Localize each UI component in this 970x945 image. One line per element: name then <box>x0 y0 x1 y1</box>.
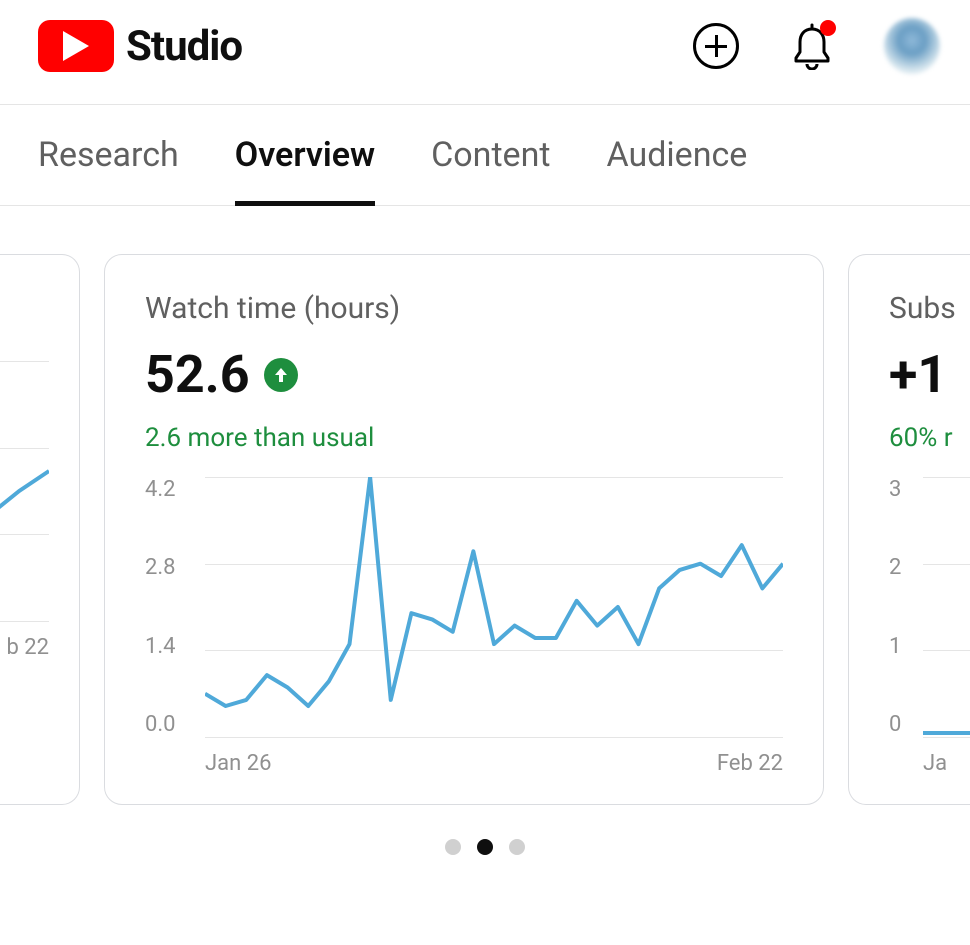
metric-value-row: +1 <box>889 344 970 405</box>
tab-audience[interactable]: Audience <box>607 105 748 205</box>
tab-research[interactable]: Research <box>38 105 179 205</box>
metric-card-prev[interactable]: b 22 <box>0 254 80 805</box>
chart-line-icon <box>205 477 783 737</box>
chart-area: 4.2 2.8 1.4 0.0 Jan 26 Feb 22 <box>145 477 783 776</box>
y-tick: 4.2 <box>145 477 176 502</box>
chart-plot <box>205 477 783 737</box>
y-tick: 0 <box>889 712 901 737</box>
chart-plot <box>923 477 970 737</box>
metrics-carousel[interactable]: b 22 Watch time (hours) 52.6 2.6 more th… <box>0 206 970 805</box>
create-button[interactable] <box>692 22 740 70</box>
metric-subtext: 2.6 more than usual <box>145 423 783 453</box>
y-tick: 1 <box>889 634 901 659</box>
x-start-label: Jan 26 <box>205 751 271 776</box>
header-actions <box>692 18 940 74</box>
chart-y-labels: 4.2 2.8 1.4 0.0 <box>145 477 176 737</box>
metric-value: 52.6 <box>145 344 250 405</box>
notification-dot-icon <box>820 20 836 36</box>
plus-circle-icon <box>693 23 739 69</box>
chart-plot <box>0 361 49 621</box>
youtube-play-icon <box>38 20 114 72</box>
y-tick: 0.0 <box>145 712 176 737</box>
y-tick: 3 <box>889 477 901 502</box>
chart-x-labels: Ja <box>923 737 970 776</box>
x-end-label: b 22 <box>6 635 49 660</box>
page-dot[interactable] <box>477 839 493 855</box>
y-tick: 2.8 <box>145 555 176 580</box>
tab-content[interactable]: Content <box>431 105 550 205</box>
x-start-label: Ja <box>923 751 947 776</box>
metric-card-watch-time[interactable]: Watch time (hours) 52.6 2.6 more than us… <box>104 254 824 805</box>
chart-area: 3 2 1 0 Ja <box>889 477 970 776</box>
app-logo[interactable]: Studio <box>38 20 242 72</box>
metric-label: Subs <box>889 291 970 326</box>
metric-value: +1 <box>889 344 947 405</box>
y-tick: 2 <box>889 555 901 580</box>
page-dot[interactable] <box>509 839 525 855</box>
avatar[interactable] <box>884 18 940 74</box>
notifications-button[interactable] <box>788 22 836 70</box>
app-header: Studio <box>0 0 970 104</box>
metric-subtext: 60% r <box>889 423 970 453</box>
y-tick: 1.4 <box>145 634 176 659</box>
trend-up-icon <box>264 358 298 392</box>
metric-value-row: 52.6 <box>145 344 783 405</box>
chart-line-icon <box>923 477 970 737</box>
page-dot[interactable] <box>445 839 461 855</box>
app-name: Studio <box>126 22 242 71</box>
tab-overview[interactable]: Overview <box>235 105 375 205</box>
x-end-label: Feb 22 <box>717 751 783 776</box>
tabs-bar: Research Overview Content Audience <box>0 104 970 206</box>
carousel-pagination <box>0 805 970 855</box>
chart-line-icon <box>0 361 49 621</box>
metric-card-next[interactable]: Subs +1 60% r 3 2 1 0 Ja <box>848 254 970 805</box>
chart-x-labels: b 22 <box>0 621 49 660</box>
metric-label: Watch time (hours) <box>145 291 783 326</box>
chart-y-labels: 3 2 1 0 <box>889 477 901 737</box>
chart-x-labels: Jan 26 Feb 22 <box>205 737 783 776</box>
